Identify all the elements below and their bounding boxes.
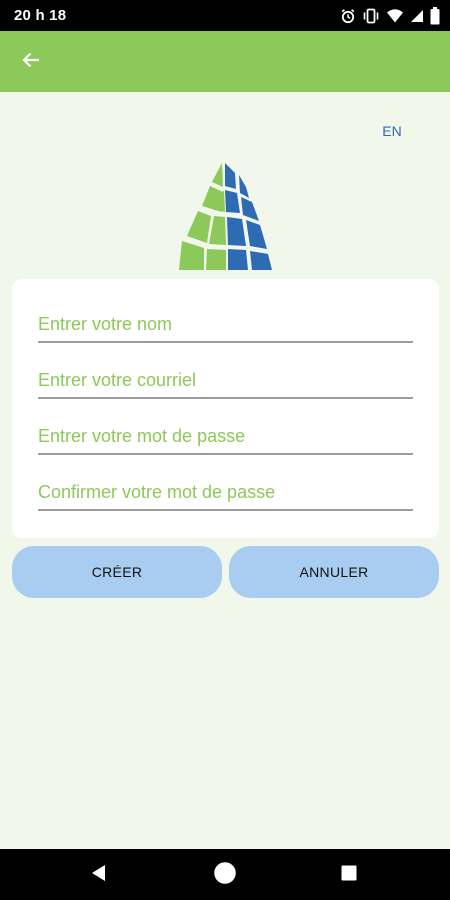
nav-back-button[interactable] [86, 862, 112, 888]
confirm-password-field [38, 475, 413, 511]
email-field [38, 363, 413, 399]
back-triangle-icon [90, 864, 108, 887]
battery-icon [430, 7, 440, 25]
name-field [38, 307, 413, 343]
cancel-button[interactable]: ANNULER [229, 546, 439, 598]
signup-form-card [12, 279, 439, 538]
confirm-password-input[interactable] [38, 475, 413, 511]
building-logo-icon [176, 160, 274, 272]
wifi-icon [386, 8, 404, 24]
nav-home-button[interactable] [212, 861, 238, 890]
arrow-left-icon [21, 50, 41, 75]
home-circle-icon [213, 861, 237, 890]
app-bar [0, 31, 450, 92]
alarm-icon [340, 8, 356, 24]
create-button[interactable]: CRÉER [12, 546, 222, 598]
language-toggle[interactable]: EN [372, 120, 412, 142]
password-input[interactable] [38, 419, 413, 455]
back-button[interactable] [14, 45, 48, 79]
status-time: 20 h 18 [14, 7, 67, 24]
navigation-bar [0, 849, 450, 900]
recents-square-icon [340, 864, 358, 887]
signal-icon [410, 8, 424, 24]
status-bar: 20 h 18 [0, 0, 450, 31]
name-input[interactable] [38, 307, 413, 343]
vibrate-icon [362, 8, 380, 24]
email-input[interactable] [38, 363, 413, 399]
status-icons [340, 6, 440, 26]
nav-recents-button[interactable] [336, 862, 362, 888]
password-field [38, 419, 413, 455]
